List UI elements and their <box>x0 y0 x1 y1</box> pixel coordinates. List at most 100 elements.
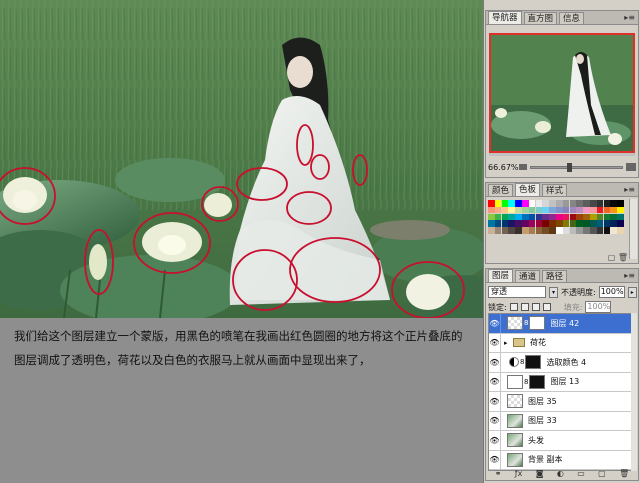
swatch-cell[interactable] <box>590 200 597 207</box>
swatch-cell[interactable] <box>617 220 624 228</box>
panel-menu-icon[interactable]: ▸≡ <box>624 13 635 22</box>
swatch-cell[interactable] <box>610 227 618 234</box>
swatch-cell[interactable] <box>522 206 529 214</box>
swatch-cell[interactable] <box>603 200 611 207</box>
new-layer-icon[interactable]: ▢ <box>598 469 606 479</box>
swatch-cell[interactable] <box>590 220 597 228</box>
swatch-cell[interactable] <box>576 220 584 228</box>
mask-thumbnail[interactable] <box>525 355 542 370</box>
swatch-cell[interactable] <box>617 206 624 214</box>
swatch-cell[interactable] <box>535 213 543 221</box>
layer-name[interactable]: 荷花 <box>530 337 546 348</box>
swatch-cell[interactable] <box>488 200 495 207</box>
eye-icon[interactable]: 👁 <box>489 333 501 352</box>
swatch-cell[interactable] <box>590 227 597 234</box>
swatch-cell[interactable] <box>501 227 509 234</box>
swatch-cell[interactable] <box>596 220 604 228</box>
swatch-cell[interactable] <box>549 220 556 228</box>
layer-group-row[interactable]: 👁 ▸ 荷花 <box>489 333 632 353</box>
swatch-cell[interactable] <box>576 206 584 214</box>
swatch-cell[interactable] <box>603 206 611 214</box>
layer-row[interactable]: 👁 背景 副本 <box>489 450 632 470</box>
swatch-cell[interactable] <box>610 200 618 207</box>
swatch-cell[interactable] <box>501 213 509 221</box>
folder-icon[interactable]: ▭ <box>577 469 585 479</box>
layer-scrollbar[interactable] <box>631 313 637 471</box>
tab-navigator[interactable]: 导航器 <box>488 11 522 24</box>
eye-icon[interactable]: 👁 <box>489 411 501 430</box>
tab-paths[interactable]: 路径 <box>542 270 568 282</box>
mask-thumbnail[interactable] <box>529 316 546 331</box>
layer-row[interactable]: 👁 头发 <box>489 431 632 451</box>
swatch-cell[interactable] <box>494 227 502 234</box>
swatch-cell[interactable] <box>556 200 563 207</box>
eye-icon[interactable]: 👁 <box>489 450 501 469</box>
swatch-cell[interactable] <box>515 206 522 214</box>
swatch-cell[interactable] <box>556 227 563 234</box>
swatch-cell[interactable] <box>596 213 604 221</box>
swatch-cell[interactable] <box>617 227 624 234</box>
chevron-down-icon[interactable]: ▾ <box>549 286 558 298</box>
tab-layers[interactable]: 图层 <box>488 269 514 282</box>
swatch-cell[interactable] <box>494 220 502 228</box>
eye-icon[interactable]: 👁 <box>489 353 501 372</box>
swatch-cell[interactable] <box>603 213 611 221</box>
swatch-cell[interactable] <box>583 227 590 234</box>
swatch-cell[interactable] <box>610 206 618 214</box>
swatch-cell[interactable] <box>522 220 529 228</box>
tab-info[interactable]: 信息 <box>559 12 585 24</box>
swatch-cell[interactable] <box>569 206 577 214</box>
layer-name[interactable]: 选取颜色 4 <box>546 357 586 368</box>
swatch-cell[interactable] <box>515 200 522 207</box>
adjustment-icon[interactable]: ◐ <box>557 469 564 479</box>
main-photo-canvas[interactable] <box>0 0 483 318</box>
swatch-cell[interactable] <box>562 213 570 221</box>
swatch-cell[interactable] <box>556 220 563 228</box>
lock-transparency-icon[interactable] <box>509 303 518 311</box>
swatch-cell[interactable] <box>494 200 502 207</box>
swatch-cell[interactable] <box>583 220 590 228</box>
swatch-cell[interactable] <box>488 220 495 228</box>
swatch-cell[interactable] <box>596 206 604 214</box>
swatch-cell[interactable] <box>596 200 604 207</box>
eye-icon[interactable]: 👁 <box>489 392 501 411</box>
panel-menu-icon[interactable]: ▸≡ <box>624 271 635 280</box>
swatch-cell[interactable] <box>562 200 570 207</box>
swatch-cell[interactable] <box>542 206 550 214</box>
swatch-cell[interactable] <box>528 220 536 228</box>
swatch-cell[interactable] <box>535 200 543 207</box>
navigator-view-box[interactable] <box>489 33 635 153</box>
swatch-cell[interactable] <box>535 206 543 214</box>
trash-icon[interactable]: 🗑 <box>618 253 628 262</box>
swatch-cell[interactable] <box>576 200 584 207</box>
layer-row[interactable]: 👁 图层 35 <box>489 392 632 412</box>
swatch-cell[interactable] <box>522 200 529 207</box>
swatch-cell[interactable] <box>501 206 509 214</box>
swatch-cell[interactable] <box>617 200 624 207</box>
swatch-cell[interactable] <box>556 206 563 214</box>
chevron-right-icon[interactable]: ▸ <box>627 286 637 298</box>
swatch-cell[interactable] <box>583 200 590 207</box>
swatch-cell[interactable] <box>569 227 577 234</box>
swatch-cell[interactable] <box>508 227 516 234</box>
swatch-cell[interactable] <box>542 227 550 234</box>
swatch-cell[interactable] <box>596 227 604 234</box>
link-icon[interactable]: ⚭ <box>495 469 502 479</box>
opacity-input[interactable]: 100% <box>598 286 625 298</box>
swatch-cell[interactable] <box>535 220 543 228</box>
swatch-cell[interactable] <box>549 227 556 234</box>
swatch-cell[interactable] <box>549 206 556 214</box>
swatch-cell[interactable] <box>603 227 611 234</box>
layer-row[interactable]: 👁 8 图层 13 <box>489 372 632 392</box>
swatch-cell[interactable] <box>569 220 577 228</box>
layer-row[interactable]: 👁 8 图层 42 <box>489 314 632 334</box>
swatch-cell[interactable] <box>515 213 522 221</box>
layer-row[interactable]: 👁 8 选取颜色 4 <box>489 353 632 373</box>
swatch-cell[interactable] <box>583 213 590 221</box>
swatch-cell[interactable] <box>508 200 516 207</box>
mask-icon[interactable]: ◙ <box>536 469 544 479</box>
swatch-cell[interactable] <box>508 206 516 214</box>
swatch-cell[interactable] <box>617 213 624 221</box>
layer-row[interactable]: 👁 图层 33 <box>489 411 632 431</box>
eye-icon[interactable]: 👁 <box>489 431 501 450</box>
